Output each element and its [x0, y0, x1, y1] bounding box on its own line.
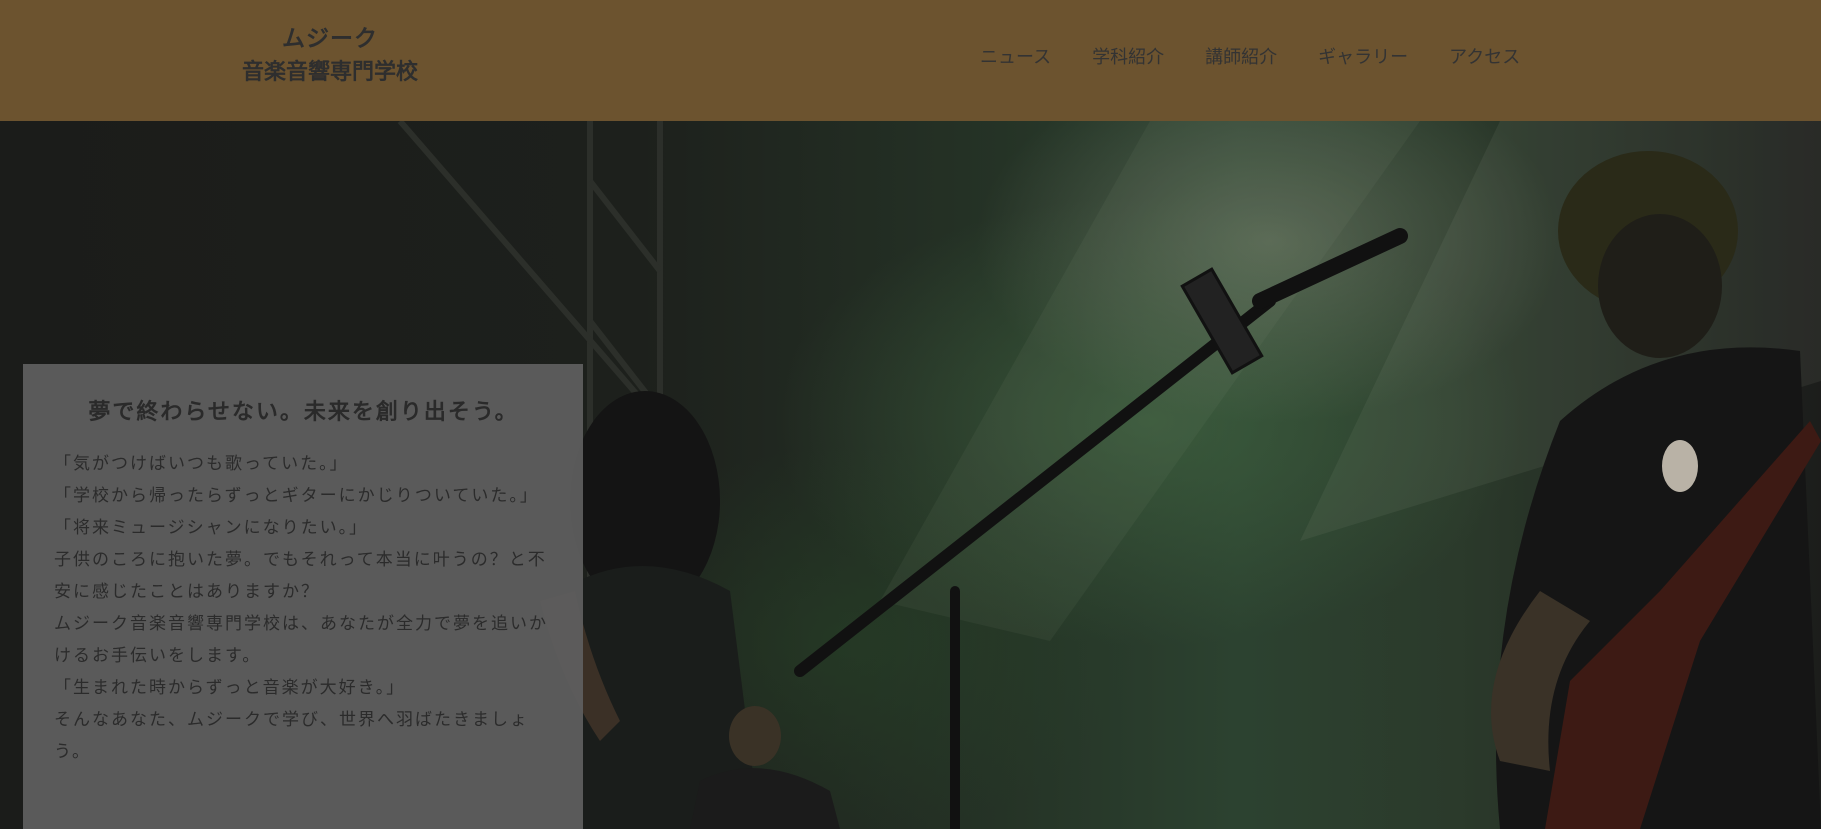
intro-paragraph: 「将来ミュージシャンになりたい。」: [54, 518, 369, 538]
logo-school-name: 音楽音響専門学校: [241, 60, 418, 85]
intro-paragraph: 子供のころに抱いた夢。でもそれって本当に叶うの？と不安に感じたことはありますか？: [54, 550, 547, 602]
site-header: ムジーク 音楽音響専門学校 ニュース 学科紹介 講師紹介 ギャラリー アクセス: [0, 0, 1821, 121]
hero-section: 夢で終わらせない。未来を創り出そう。 「気がつけばいつも歌っていた。」 「学校か…: [0, 121, 1821, 829]
nav-item-access[interactable]: アクセス: [1449, 44, 1520, 72]
intro-paragraph: ムジーク音楽音響専門学校は、あなたが全力で夢を追いかけるお手伝いをします。: [54, 614, 548, 666]
nav-item-gallery[interactable]: ギャラリー: [1318, 44, 1408, 72]
nav-item-news[interactable]: ニュース: [980, 44, 1051, 72]
intro-paragraph: 「生まれた時からずっと音楽が大好き。」: [54, 678, 406, 698]
intro-text: 「気がつけばいつも歌っていた。」 「学校から帰ったらずっとギターにかじりついてい…: [54, 448, 553, 768]
intro-paragraph: 「学校から帰ったらずっとギターにかじりついていた。」: [54, 486, 539, 506]
nav-item-departments[interactable]: 学科紹介: [1092, 44, 1164, 72]
global-nav: ニュース 学科紹介 講師紹介 ギャラリー アクセス: [980, 44, 1561, 72]
intro-paragraph: 「気がつけばいつも歌っていた。」: [54, 454, 349, 474]
site-logo[interactable]: ムジーク 音楽音響専門学校: [215, 22, 445, 90]
intro-card: 夢で終わらせない。未来を創り出そう。 「気がつけばいつも歌っていた。」 「学校か…: [23, 364, 583, 829]
intro-title: 夢で終わらせない。未来を創り出そう。: [88, 400, 519, 425]
intro-paragraph: そんなあなた、ムジークで学び、世界へ羽ばたきましょう。: [54, 710, 529, 762]
nav-item-instructors[interactable]: 講師紹介: [1205, 44, 1277, 72]
logo-name: ムジーク: [282, 26, 378, 52]
